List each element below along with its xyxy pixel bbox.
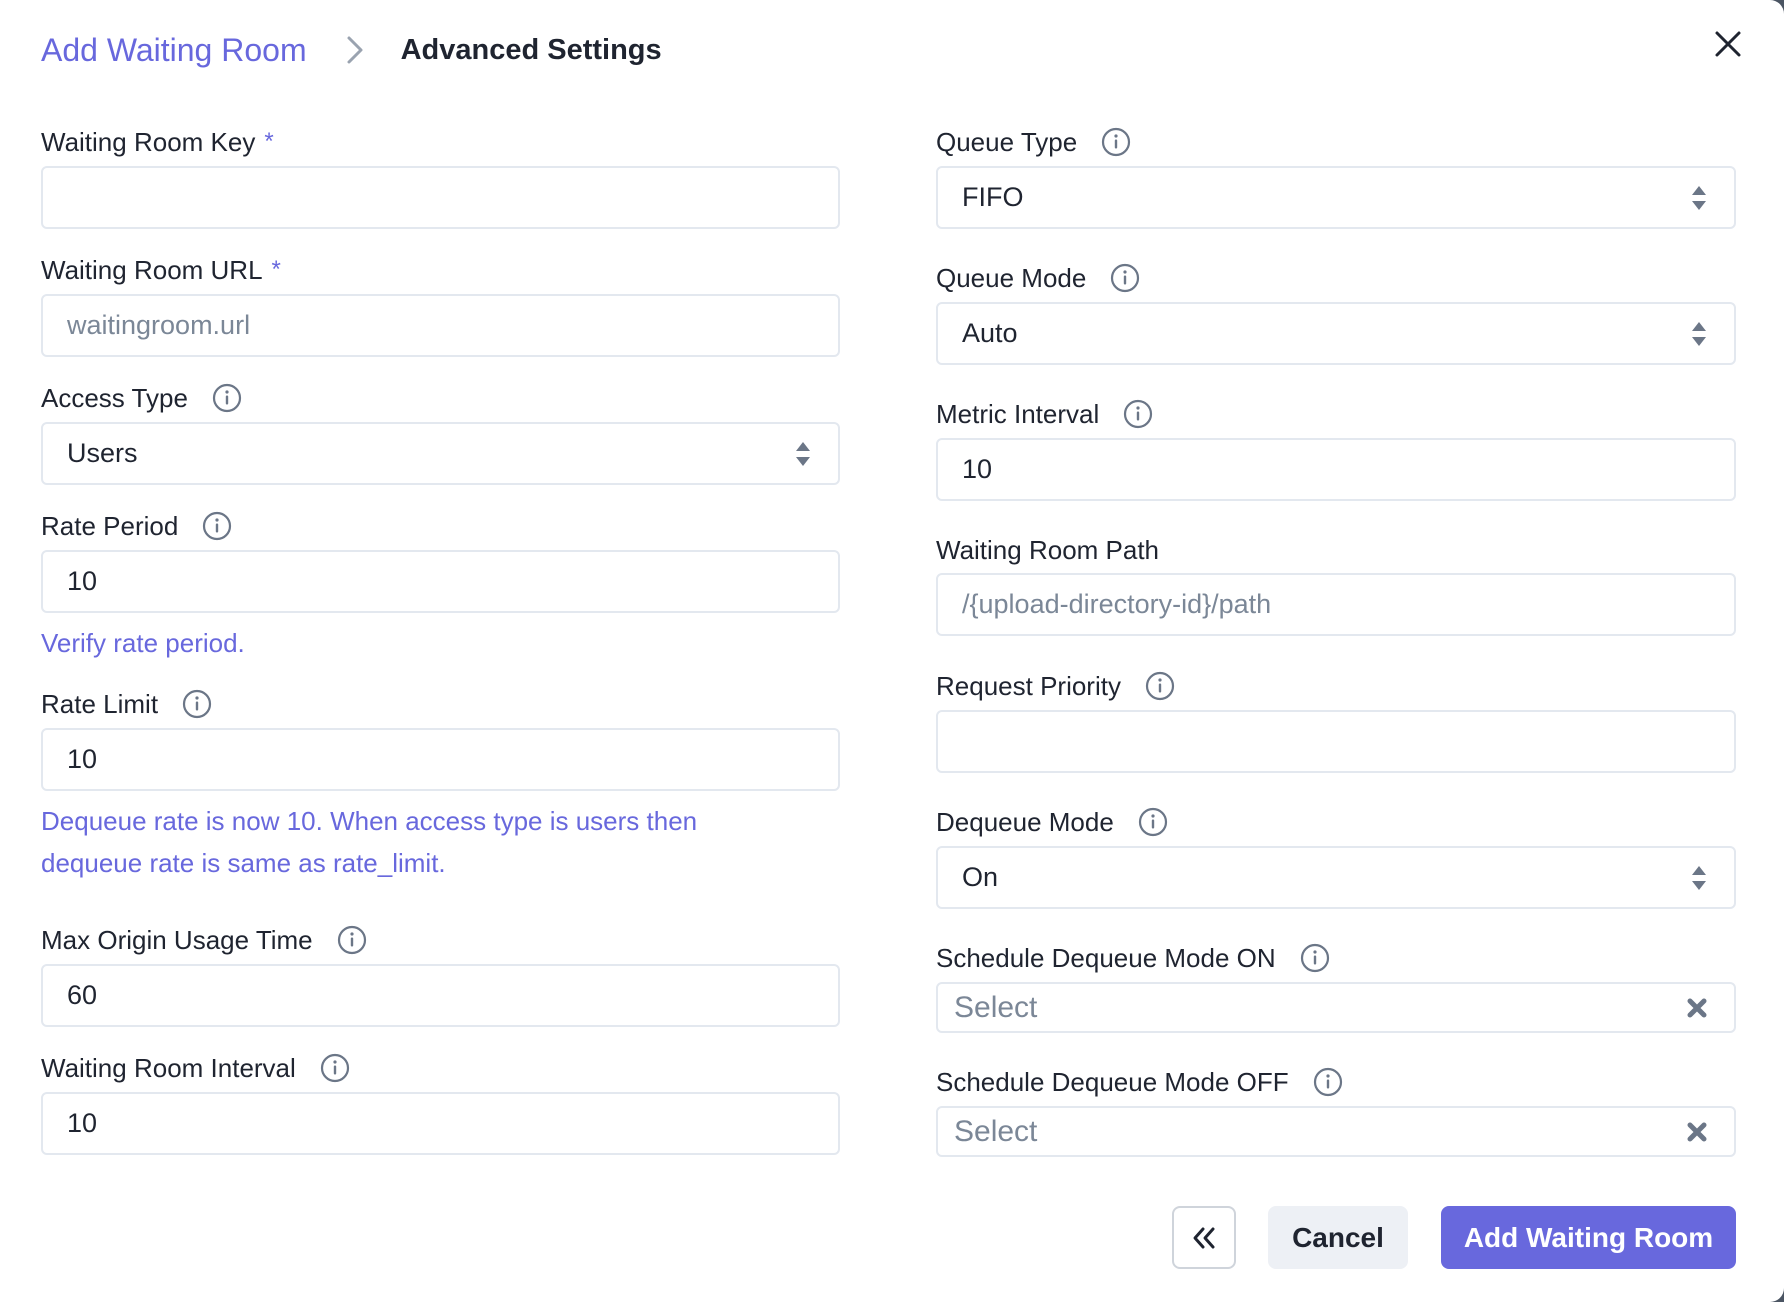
input-placeholder: waitingroom.url xyxy=(67,310,251,340)
info-icon[interactable] xyxy=(1123,399,1153,429)
waiting-room-path-label: Waiting Room Path xyxy=(936,533,1159,567)
add-waiting-room-button[interactable]: Add Waiting Room xyxy=(1441,1206,1736,1269)
info-icon[interactable] xyxy=(1313,1067,1343,1097)
dequeue-mode-select[interactable]: On xyxy=(936,846,1736,909)
label-text: Waiting Room Interval xyxy=(41,1052,296,1083)
schedule-dequeue-off-select[interactable]: Select xyxy=(936,1106,1736,1157)
queue-mode-select[interactable]: Auto xyxy=(936,302,1736,365)
info-icon[interactable] xyxy=(1138,807,1168,837)
clear-icon[interactable] xyxy=(1686,1121,1708,1143)
info-icon[interactable] xyxy=(1110,263,1140,293)
breadcrumb-add-waiting-room[interactable]: Add Waiting Room xyxy=(41,32,307,69)
select-value: Auto xyxy=(962,318,1018,348)
rate-limit-hint-line1: Dequeue rate is now 10. When access type… xyxy=(41,806,698,836)
info-icon[interactable] xyxy=(320,1053,350,1083)
breadcrumb-advanced-settings: Advanced Settings xyxy=(400,33,662,66)
waiting-room-url-label: Waiting Room URL * xyxy=(41,253,281,287)
select-placeholder: Select xyxy=(954,1114,1038,1148)
required-marker: * xyxy=(264,128,274,155)
add-waiting-room-modal: Add Waiting Room Advanced Settings Waiti… xyxy=(0,0,1784,1302)
select-arrows-icon xyxy=(1692,321,1706,346)
label-text: Max Origin Usage Time xyxy=(41,924,313,955)
back-button[interactable] xyxy=(1172,1206,1236,1269)
info-icon[interactable] xyxy=(1101,127,1131,157)
info-icon[interactable] xyxy=(337,925,367,955)
select-value: Users xyxy=(67,438,138,468)
label-text: Request Priority xyxy=(936,670,1121,701)
label-text: Waiting Room URL xyxy=(41,254,263,285)
waiting-room-key-label: Waiting Room Key * xyxy=(41,125,274,159)
max-origin-usage-time-label: Max Origin Usage Time xyxy=(41,923,367,957)
input-placeholder: /{upload-directory-id}/path xyxy=(962,589,1272,619)
schedule-dequeue-off-label: Schedule Dequeue Mode OFF xyxy=(936,1065,1343,1099)
input-value: 10 xyxy=(67,1108,98,1138)
rate-limit-input[interactable]: 10 xyxy=(41,728,840,791)
rate-limit-label: Rate Limit xyxy=(41,687,212,721)
label-text: Rate Limit xyxy=(41,688,159,719)
select-placeholder: Select xyxy=(954,990,1038,1024)
label-text: Access Type xyxy=(41,382,188,413)
cancel-button[interactable]: Cancel xyxy=(1268,1206,1408,1269)
select-arrows-icon xyxy=(796,441,810,466)
queue-mode-label: Queue Mode xyxy=(936,261,1140,295)
rate-limit-hint-line2: dequeue rate is same as rate_limit. xyxy=(41,848,446,878)
info-icon[interactable] xyxy=(182,689,212,719)
schedule-dequeue-on-select[interactable]: Select xyxy=(936,982,1736,1033)
input-value: 10 xyxy=(962,454,993,484)
waiting-room-interval-input[interactable]: 10 xyxy=(41,1092,840,1155)
double-chevron-left-icon xyxy=(1193,1227,1215,1248)
required-marker: * xyxy=(271,256,281,283)
select-arrows-icon xyxy=(1692,865,1706,890)
access-type-select[interactable]: Users xyxy=(41,422,840,485)
label-text: Rate Period xyxy=(41,510,179,541)
waiting-room-interval-label: Waiting Room Interval xyxy=(41,1051,350,1085)
chevron-right-icon xyxy=(333,28,377,72)
close-button[interactable] xyxy=(1710,26,1746,62)
request-priority-input[interactable] xyxy=(936,710,1736,773)
metric-interval-label: Metric Interval xyxy=(936,397,1153,431)
label-text: Queue Mode xyxy=(936,262,1087,293)
rate-period-label: Rate Period xyxy=(41,509,232,543)
input-value: 10 xyxy=(67,744,98,774)
max-origin-usage-time-input[interactable]: 60 xyxy=(41,964,840,1027)
info-icon[interactable] xyxy=(212,383,242,413)
select-value: On xyxy=(962,862,999,892)
schedule-dequeue-on-label: Schedule Dequeue Mode ON xyxy=(936,941,1330,975)
breadcrumb: Add Waiting Room Advanced Settings xyxy=(41,28,662,72)
label-text: Dequeue Mode xyxy=(936,806,1114,837)
label-text: Queue Type xyxy=(936,126,1078,157)
waiting-room-path-input[interactable]: /{upload-directory-id}/path xyxy=(936,573,1736,636)
rate-period-hint: Verify rate period. xyxy=(41,628,245,658)
request-priority-label: Request Priority xyxy=(936,669,1175,703)
info-icon[interactable] xyxy=(202,511,232,541)
metric-interval-input[interactable]: 10 xyxy=(936,438,1736,501)
label-text: Waiting Room Key xyxy=(41,126,256,157)
label-text: Schedule Dequeue Mode ON xyxy=(936,942,1276,973)
waiting-room-key-input[interactable] xyxy=(41,166,840,229)
rate-period-input[interactable]: 10 xyxy=(41,550,840,613)
queue-type-select[interactable]: FIFO xyxy=(936,166,1736,229)
label-text: Metric Interval xyxy=(936,398,1100,429)
queue-type-label: Queue Type xyxy=(936,125,1131,159)
select-value: FIFO xyxy=(962,182,1024,212)
input-value: 10 xyxy=(67,566,98,596)
clear-icon[interactable] xyxy=(1686,997,1708,1019)
waiting-room-url-input[interactable]: waitingroom.url xyxy=(41,294,840,357)
access-type-label: Access Type xyxy=(41,381,242,415)
label-text: Schedule Dequeue Mode OFF xyxy=(936,1066,1289,1097)
input-value: 60 xyxy=(67,980,98,1010)
close-icon xyxy=(1715,31,1741,57)
dequeue-mode-label: Dequeue Mode xyxy=(936,805,1168,839)
label-text: Waiting Room Path xyxy=(936,534,1160,565)
select-arrows-icon xyxy=(1692,185,1706,210)
info-icon[interactable] xyxy=(1145,671,1175,701)
info-icon[interactable] xyxy=(1300,943,1330,973)
